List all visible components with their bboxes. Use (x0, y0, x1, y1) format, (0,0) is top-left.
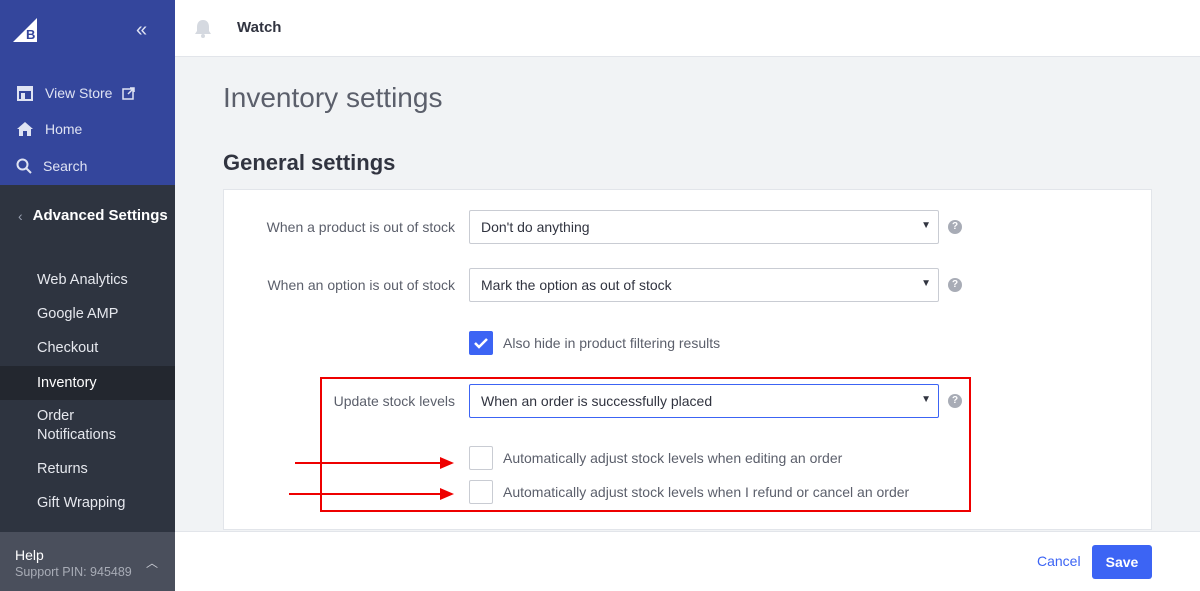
dropdown-arrow-icon: ▼ (921, 278, 931, 289)
annotation-arrow-head-icon (440, 457, 454, 469)
bigcommerce-logo-icon[interactable]: B (11, 16, 39, 44)
collapse-sidebar-icon[interactable]: « (136, 20, 147, 40)
chevron-up-icon[interactable]: ︿ (146, 554, 158, 571)
sidebar-item-returns[interactable]: Returns (0, 460, 175, 480)
sidebar: B « View Store Home Search ‹ Advanced Se… (0, 0, 175, 591)
svg-text:B: B (26, 27, 35, 42)
out-of-stock-label: When a product is out of stock (266, 219, 455, 235)
sidebar-item-google-amp[interactable]: Google AMP (0, 305, 175, 325)
sidebar-search[interactable]: Search (16, 158, 87, 174)
search-label: Search (43, 158, 88, 174)
dropdown-arrow-icon: ▼ (921, 220, 931, 231)
page-title: Inventory settings (223, 82, 443, 113)
out-of-stock-select[interactable]: Don't do anything ▼ (469, 210, 939, 244)
option-out-of-stock-value: Mark the option as out of stock (481, 277, 672, 293)
annotation-arrow-line (289, 493, 440, 495)
annotation-arrow-head-icon (440, 488, 454, 500)
external-link-icon (122, 86, 136, 100)
annotation-arrow-line (295, 462, 440, 464)
option-out-of-stock-select[interactable]: Mark the option as out of stock ▼ (469, 268, 939, 302)
annotation-highlight-box (320, 377, 971, 512)
section-title: General settings (223, 150, 396, 175)
store-name: Watch (237, 19, 282, 36)
storefront-icon (17, 86, 33, 101)
help-panel[interactable]: Help Support PIN: 945489 ︿ (0, 532, 175, 591)
sidebar-item-order-notifications[interactable]: Order Notifications (0, 407, 130, 447)
hide-in-filtering-checkbox[interactable] (469, 331, 493, 355)
sidebar-header: B « View Store Home Search (0, 0, 175, 185)
advanced-settings-title: Advanced Settings (32, 207, 168, 224)
help-icon[interactable]: ? (948, 278, 962, 292)
sidebar-view-store[interactable]: View Store (16, 85, 146, 101)
advanced-settings-back[interactable]: ‹ Advanced Settings (18, 207, 168, 224)
sidebar-item-inventory[interactable]: Inventory (0, 366, 175, 400)
view-store-label: View Store (45, 85, 113, 101)
save-button[interactable]: Save (1092, 545, 1152, 579)
chevron-left-icon: ‹ (18, 207, 23, 224)
help-label: Help (15, 547, 44, 563)
bell-icon[interactable] (193, 18, 213, 38)
out-of-stock-value: Don't do anything (481, 219, 590, 235)
hide-in-filtering-label: Also hide in product filtering results (503, 335, 721, 351)
cancel-button[interactable]: Cancel (1037, 553, 1081, 569)
search-icon (16, 158, 32, 174)
help-icon[interactable]: ? (948, 220, 962, 234)
sidebar-item-checkout[interactable]: Checkout (0, 339, 175, 359)
home-icon (17, 122, 33, 136)
option-out-of-stock-label: When an option is out of stock (267, 277, 455, 293)
sidebar-item-gift-wrapping[interactable]: Gift Wrapping (0, 494, 175, 514)
checkmark-icon (474, 338, 488, 349)
top-bar: Watch (175, 0, 1200, 57)
home-label: Home (45, 121, 83, 137)
support-pin: Support PIN: 945489 (15, 565, 132, 579)
sidebar-home[interactable]: Home (16, 121, 82, 137)
sidebar-item-web-analytics[interactable]: Web Analytics (0, 271, 175, 291)
